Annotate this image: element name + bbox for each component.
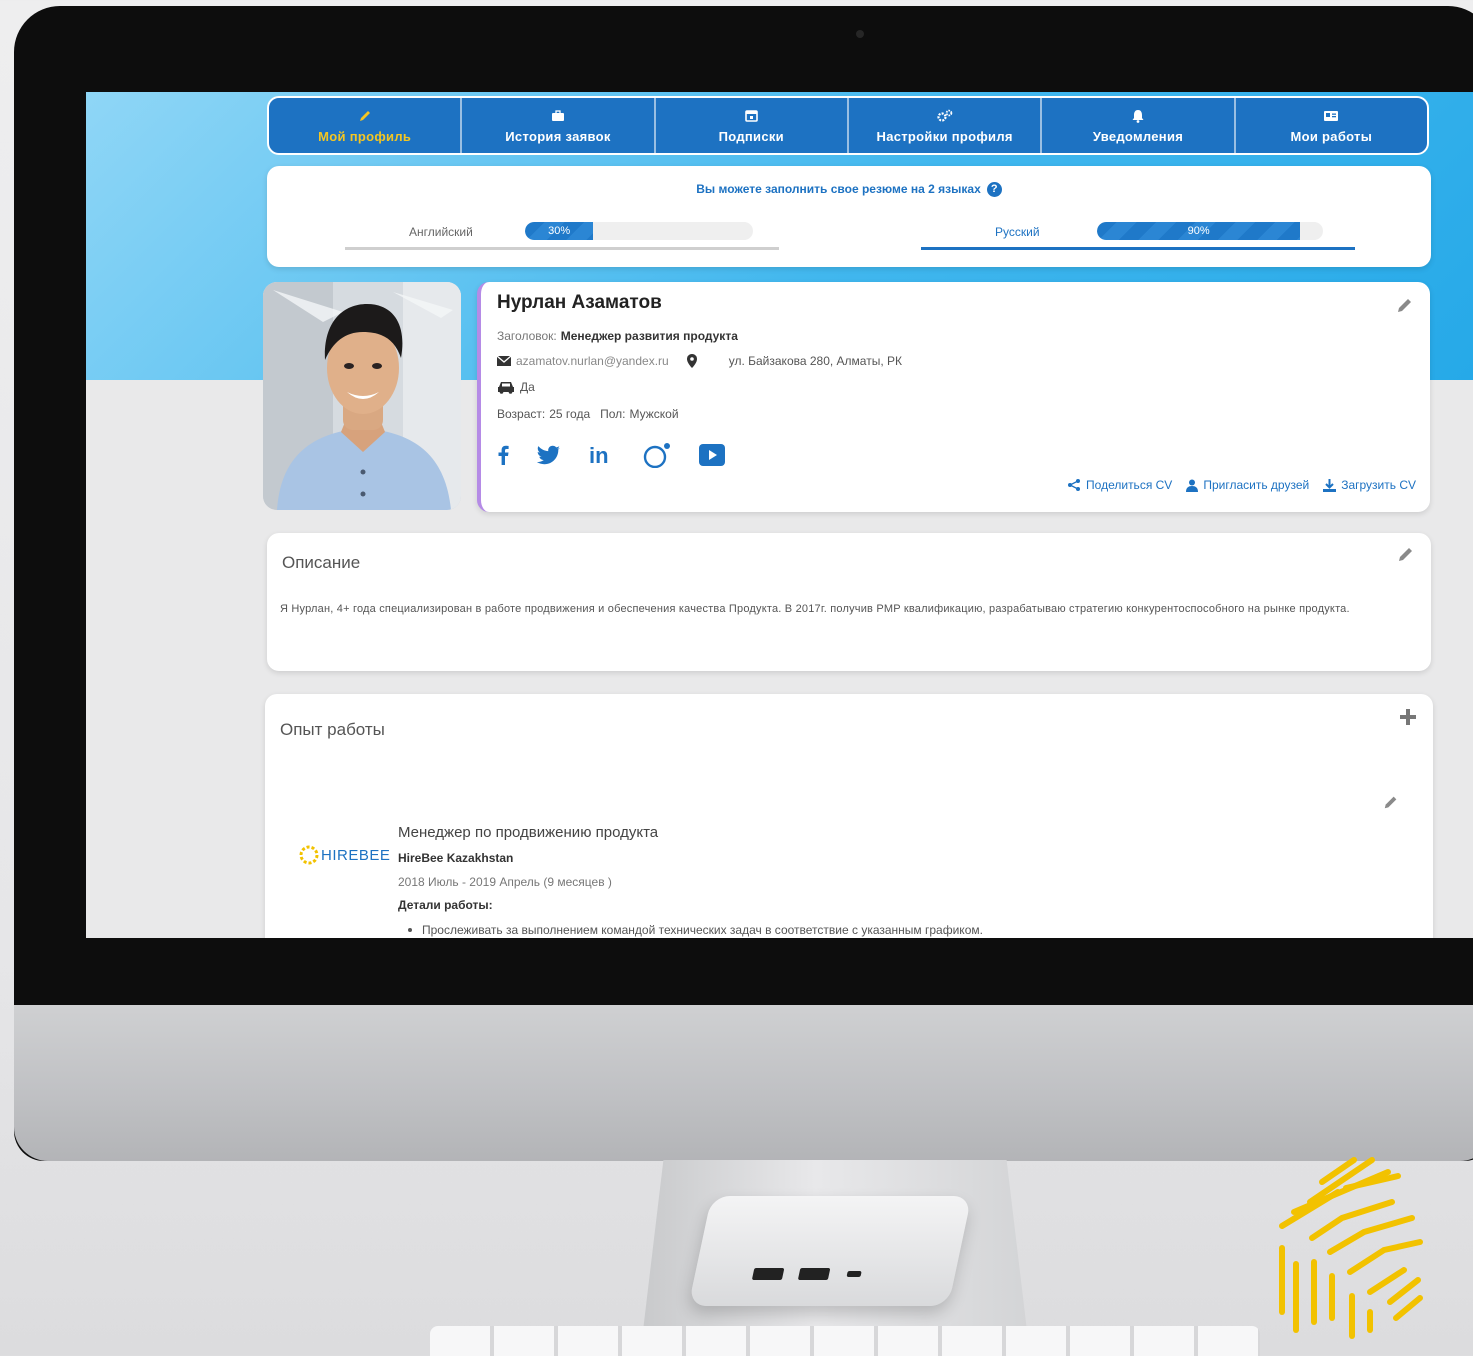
share-cv-label: Поделиться CV (1086, 478, 1173, 492)
invite-friends-link[interactable]: Пригласить друзей (1186, 478, 1309, 492)
briefcase-icon (551, 108, 565, 124)
language-underline (345, 247, 779, 250)
description-text: Я Нурлан, 4+ года специализирован в рабо… (280, 603, 1350, 615)
experience-title: Опыт работы (280, 720, 385, 739)
language-progress-fill: 30% (525, 222, 594, 240)
brand-fingerprint-logo (1279, 1157, 1423, 1339)
experience-dates: 2018 Июль - 2019 Апрель (9 месяцев ) (398, 875, 612, 889)
profile-demographics: Возраст: 25 года Пол: Мужской (497, 407, 679, 421)
language-label: Русский (995, 225, 1040, 239)
edit-experience-icon[interactable] (1383, 794, 1399, 810)
tab-my-works[interactable]: Мои работы (1236, 98, 1427, 153)
tab-requests-history[interactable]: История заявок (462, 98, 656, 153)
tab-label: Мой профиль (318, 128, 412, 144)
company-logo-text: HIREBEE (321, 846, 391, 864)
invite-friends-label: Пригласить друзей (1203, 478, 1310, 492)
description-title: Описание (282, 553, 361, 572)
profile-email[interactable]: azamatov.nurlan@yandex.ru (516, 354, 669, 368)
car-value: Да (520, 380, 535, 394)
keyboard (430, 1326, 1260, 1356)
help-icon[interactable]: ? (986, 182, 1002, 198)
tab-label: Настройки профиля (876, 128, 1013, 144)
profile-headline: Заголовок: Менеджер развития продукта (497, 329, 738, 343)
youtube-icon[interactable] (699, 444, 725, 466)
resume-languages-card: Вы можете заполнить свое резюме на 2 язы… (267, 166, 1431, 267)
gender-label: Пол: (600, 407, 626, 421)
camera-dot (856, 30, 864, 38)
language-progress-fill: 90% (1097, 222, 1301, 240)
id-card-icon (1323, 108, 1339, 124)
experience-bullet: Прослеживать за выполнением командой тех… (408, 923, 983, 937)
company-logo: HIREBEE (299, 844, 390, 866)
headline-label: Заголовок: (497, 329, 557, 343)
profile-photo (263, 282, 461, 510)
share-cv-link[interactable]: Поделиться CV (1067, 478, 1172, 492)
pencil-icon (358, 108, 372, 124)
headline-value: Менеджер развития продукта (560, 329, 738, 343)
envelope-icon (497, 356, 511, 366)
edit-profile-icon[interactable] (1396, 296, 1414, 314)
experience-role: Менеджер по продвижению продукта (398, 824, 659, 841)
tab-subscriptions[interactable]: Подписки (656, 98, 849, 153)
profile-car: Да (497, 380, 535, 394)
svg-text:in: in (589, 445, 609, 465)
experience-card: Опыт работы HIREBEE Менеджер по продвиже… (265, 694, 1433, 938)
facebook-icon[interactable] (497, 445, 509, 465)
tab-label: Подписки (718, 128, 784, 144)
profile-card: Нурлан Азаматов Заголовок: Менеджер разв… (477, 282, 1430, 512)
language-underline (921, 247, 1355, 250)
calendar-icon (745, 108, 758, 124)
age-value: 25 года (549, 407, 591, 421)
share-icon (1068, 479, 1081, 491)
language-english[interactable]: Английский 30% (345, 222, 779, 252)
profile-name: Нурлан Азаматов (497, 292, 662, 313)
bell-icon (1132, 108, 1144, 124)
languages-note: Вы можете заполнить свое резюме на 2 язы… (267, 182, 1431, 198)
language-label: Английский (409, 225, 473, 239)
car-icon (497, 380, 515, 394)
twitter-icon[interactable] (537, 445, 561, 465)
gears-icon (937, 108, 953, 124)
download-icon (1323, 478, 1337, 492)
imac-chin (14, 1005, 1473, 1161)
tab-my-profile[interactable]: Мой профиль (269, 98, 463, 153)
download-cv-link[interactable]: Загрузить CV (1323, 478, 1416, 492)
profile-actions: Поделиться CV Пригласить друзей Загрузит… (1067, 478, 1416, 492)
language-russian[interactable]: Русский 90% (921, 222, 1355, 252)
tab-notifications[interactable]: Уведомления (1042, 98, 1236, 153)
age-label: Возраст: (497, 407, 546, 421)
experience-company: HireBee Kazakhstan (398, 851, 514, 865)
download-cv-label: Загрузить CV (1341, 478, 1416, 492)
add-experience-icon[interactable] (1399, 708, 1417, 726)
map-marker-icon (686, 354, 697, 368)
tab-label: Мои работы (1290, 128, 1373, 144)
tab-label: История заявок (505, 128, 611, 144)
profile-address: ул. Байзакова 280, Алматы, РК (728, 354, 902, 368)
screen: Мой профиль История заявок Подписки Наст… (86, 92, 1473, 938)
gender-value: Мужской (629, 407, 679, 421)
profile-nav: Мой профиль История заявок Подписки Наст… (267, 96, 1429, 155)
instagram-icon[interactable] (643, 442, 671, 468)
linkedin-icon[interactable]: in (589, 445, 615, 465)
tab-label: Уведомления (1092, 128, 1184, 144)
edit-description-icon[interactable] (1397, 545, 1415, 563)
description-card: Описание Я Нурлан, 4+ года специализиров… (267, 533, 1431, 671)
language-progress-bar: 90% (1097, 222, 1323, 240)
tab-profile-settings[interactable]: Настройки профиля (849, 98, 1043, 153)
experience-details-label: Детали работы: (398, 898, 493, 912)
profile-contacts: azamatov.nurlan@yandex.ru ул. Байзакова … (497, 354, 902, 368)
social-links: in (497, 442, 725, 468)
language-progress-bar: 30% (525, 222, 753, 240)
bee-icon (299, 845, 319, 865)
user-icon (1186, 479, 1199, 492)
languages-note-text: Вы можете заполнить свое резюме на 2 язы… (696, 182, 981, 196)
power-bank (688, 1196, 972, 1306)
